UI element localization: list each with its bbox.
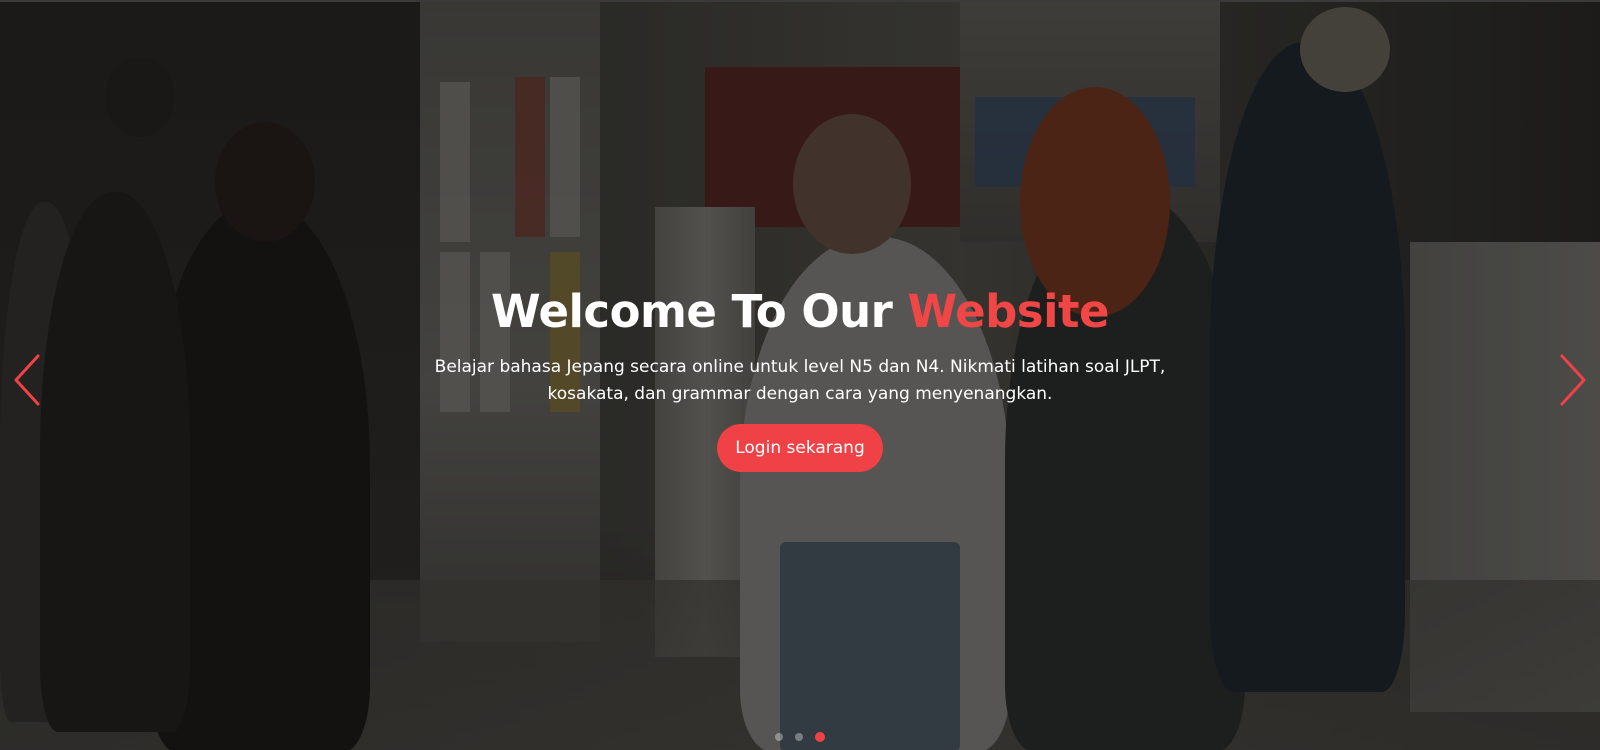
hero-subtitle-line1: Belajar bahasa Jepang secara online untu… — [434, 357, 1166, 377]
hero-subtitle: Belajar bahasa Jepang secara online untu… — [400, 354, 1200, 408]
login-button[interactable]: Login sekarang — [717, 424, 883, 472]
carousel-indicator-dot[interactable] — [795, 733, 803, 741]
chevron-right-icon — [1556, 352, 1590, 408]
hero-caption: Welcome To Our Website Belajar bahasa Je… — [0, 282, 1600, 472]
hero-title: Welcome To Our Website — [0, 282, 1600, 342]
hero-carousel: Welcome To Our Website Belajar bahasa Je… — [0, 0, 1600, 750]
chevron-left-icon — [10, 352, 44, 408]
hero-subtitle-line2: kosakata, dan grammar dengan cara yang m… — [547, 384, 1053, 404]
hero-title-accent: Website — [907, 285, 1110, 338]
carousel-next-button[interactable] — [1556, 352, 1590, 408]
carousel-indicator-dot[interactable] — [815, 732, 825, 742]
carousel-indicators — [0, 732, 1600, 742]
carousel-indicator-dot[interactable] — [775, 733, 783, 741]
carousel-prev-button[interactable] — [10, 352, 44, 408]
hero-title-main: Welcome To Our — [490, 285, 893, 338]
